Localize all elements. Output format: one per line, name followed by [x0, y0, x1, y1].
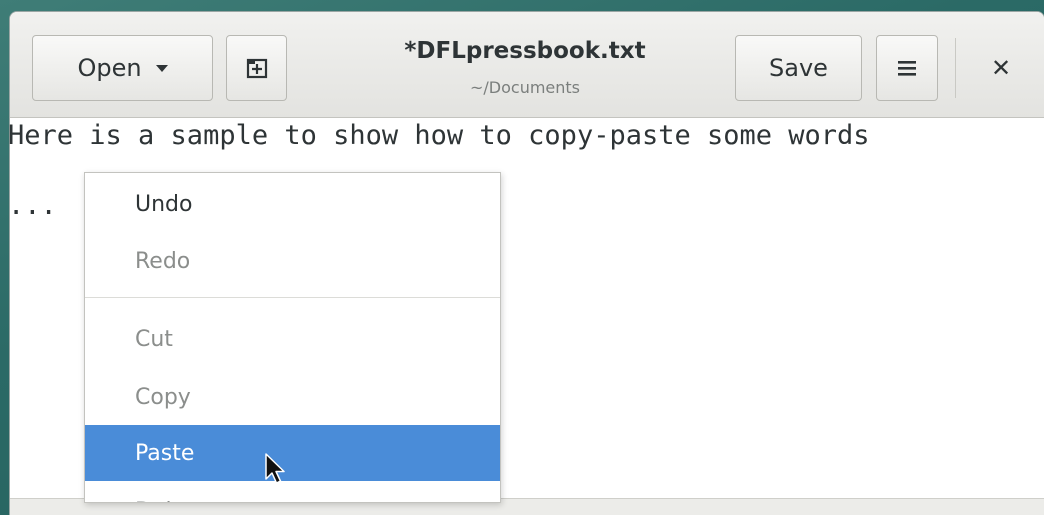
menu-item-paste[interactable]: Paste: [85, 425, 500, 481]
new-document-button[interactable]: [226, 35, 287, 101]
hamburger-menu-icon: [898, 61, 916, 76]
new-document-icon: [246, 58, 267, 79]
menu-item-delete[interactable]: Delete: [85, 483, 500, 503]
window-title: *DFLpressbook.txt: [404, 38, 646, 64]
chevron-down-icon: [155, 64, 168, 72]
window-subtitle: ~/Documents: [469, 78, 581, 97]
open-button-label: Open: [77, 54, 142, 82]
open-button[interactable]: Open: [32, 35, 213, 101]
menu-item-redo[interactable]: Redo: [85, 233, 500, 289]
mouse-pointer-icon: [265, 453, 285, 484]
header-bar: Open *DFLpressbook.txt ~/Documents Save …: [10, 12, 1044, 118]
save-button[interactable]: Save: [735, 35, 862, 101]
editor-line: ...: [8, 190, 57, 221]
menu-item-cut[interactable]: Cut: [85, 311, 500, 367]
editor-line: Here is a sample to show how to copy-pas…: [8, 120, 870, 151]
close-icon: ✕: [990, 54, 1012, 82]
menu-separator: [85, 297, 500, 298]
menu-button[interactable]: [876, 35, 938, 101]
menu-item-undo[interactable]: Undo: [85, 176, 500, 232]
header-separator: [955, 38, 956, 98]
menu-item-copy[interactable]: Copy: [85, 369, 500, 425]
context-menu: Undo Redo Cut Copy Paste Delete: [84, 172, 501, 503]
close-button[interactable]: ✕: [976, 35, 1026, 101]
